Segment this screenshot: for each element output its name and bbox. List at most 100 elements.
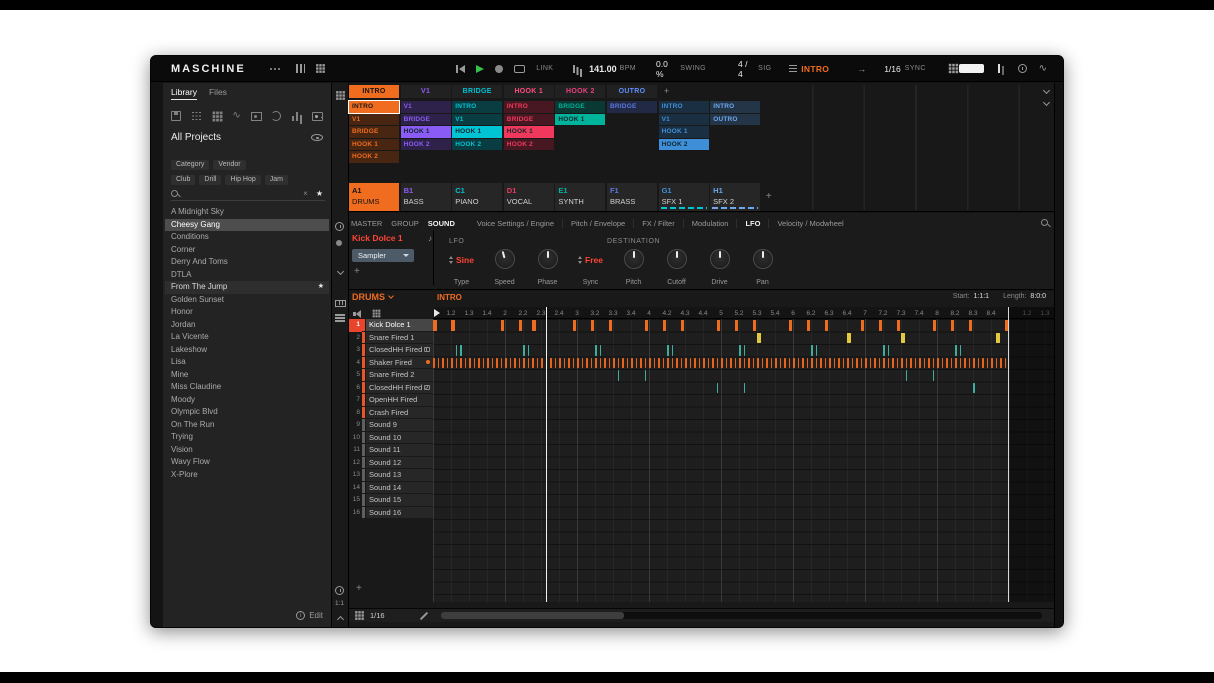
pattern-clip[interactable]: HOOK 2 [452, 138, 503, 150]
pattern-clip[interactable]: HOOK 1 [555, 113, 606, 125]
cpu-clock-icon[interactable] [1017, 64, 1027, 73]
note-event[interactable] [914, 357, 916, 368]
note-event[interactable] [712, 357, 714, 368]
restart-button[interactable] [456, 64, 466, 73]
note-event[interactable] [734, 320, 739, 331]
note-event[interactable] [959, 357, 961, 368]
pattern-clip[interactable]: BRIDGE [400, 113, 451, 125]
note-event[interactable] [649, 357, 651, 368]
note-event[interactable] [770, 357, 772, 368]
note-event[interactable] [662, 320, 667, 331]
note-event[interactable] [856, 357, 858, 368]
pattern-clip[interactable]: V1 [349, 113, 399, 125]
note-event[interactable] [532, 320, 536, 331]
note-event[interactable] [644, 320, 649, 331]
note-event[interactable] [559, 357, 561, 368]
timing-icon[interactable] [335, 222, 344, 231]
length-value[interactable]: 8:0:0 [1030, 293, 1046, 300]
browser-toggle-icon[interactable] [295, 64, 306, 73]
note-event[interactable] [644, 357, 646, 368]
note-event[interactable] [518, 320, 523, 331]
note-event[interactable] [860, 357, 862, 368]
note-event[interactable] [743, 357, 745, 368]
pattern-clip[interactable]: HOOK 1 [349, 138, 399, 150]
sound-row[interactable]: 9 Sound 9 [349, 419, 433, 432]
scrollbar-thumb[interactable] [440, 612, 624, 619]
param-tab[interactable]: Modulation [682, 219, 737, 228]
note-event[interactable] [919, 357, 921, 368]
step-grid-icon[interactable] [355, 611, 364, 620]
note-event[interactable] [946, 357, 948, 368]
note-event[interactable] [437, 357, 439, 368]
note-event[interactable] [955, 357, 957, 368]
list-item[interactable]: DTLA [165, 269, 329, 282]
note-event[interactable] [478, 357, 480, 368]
pattern-clip[interactable]: HOOK 1 [658, 126, 709, 138]
pad-mode-icon[interactable] [372, 309, 381, 318]
note-event[interactable] [752, 357, 754, 368]
note-event[interactable] [797, 357, 799, 368]
sound-row[interactable]: 15 Sound 15 [349, 494, 433, 507]
list-item[interactable]: Corner [165, 244, 329, 257]
param-tab[interactable]: Voice Settings / Engine [469, 219, 562, 228]
note-event[interactable] [608, 320, 613, 331]
knob-speed[interactable] [494, 249, 515, 269]
note-event[interactable] [613, 357, 615, 368]
note-event[interactable] [986, 357, 988, 368]
chevron-up-icon[interactable] [336, 615, 345, 624]
sound-row[interactable]: 16 Sound 16 [349, 506, 433, 520]
note-event[interactable] [937, 357, 939, 368]
note-event[interactable] [905, 370, 907, 381]
param-tab[interactable]: Velocity / Modwheel [768, 219, 851, 228]
enum-selector[interactable]: Free [569, 255, 612, 265]
pattern-clip[interactable]: HOOK 2 [658, 138, 709, 150]
note-event[interactable] [653, 357, 655, 368]
note-event[interactable] [482, 357, 484, 368]
list-item[interactable]: On The Run [165, 419, 329, 432]
pattern-clip[interactable]: INTRO [710, 101, 761, 113]
instruments-icon[interactable] [250, 111, 262, 121]
group-g1[interactable]: G1 SFX 1 [658, 183, 709, 211]
add-plugin-button[interactable]: + [354, 266, 360, 277]
note-event[interactable] [1004, 357, 1006, 368]
metronome-icon[interactable] [573, 64, 583, 74]
pattern-end-line[interactable] [1008, 307, 1009, 602]
note-event[interactable] [442, 357, 444, 368]
add-section-button[interactable]: + [659, 85, 675, 98]
list-item[interactable]: Olympic Blvd [165, 406, 329, 419]
pattern-clip[interactable]: V1 [658, 113, 709, 125]
note-event[interactable] [824, 320, 829, 331]
note-event[interactable] [973, 357, 975, 368]
note-event[interactable] [932, 320, 937, 331]
note-event[interactable] [581, 357, 583, 368]
list-item[interactable]: A Midnight Sky [165, 206, 329, 219]
note-event[interactable] [815, 345, 817, 356]
note-event[interactable] [622, 357, 624, 368]
note-event[interactable] [860, 320, 865, 331]
note-event[interactable] [752, 320, 757, 331]
note-event[interactable] [460, 345, 462, 356]
filter-tag[interactable]: Jam [264, 174, 288, 185]
note-event[interactable] [739, 345, 741, 356]
section-tab-outro[interactable]: OUTRO [606, 85, 657, 98]
note-event[interactable] [658, 357, 660, 368]
group-f1[interactable]: F1 BRASS [606, 183, 657, 211]
edit-button[interactable]: Edit [309, 611, 323, 620]
list-item[interactable]: Derry And Toms [165, 256, 329, 269]
pattern-clip[interactable]: HOOK 1 [452, 126, 503, 138]
note-event[interactable] [779, 357, 781, 368]
note-event[interactable] [815, 357, 817, 368]
record-button[interactable] [495, 64, 504, 73]
scope-tab-sound[interactable]: SOUND [428, 219, 455, 228]
note-event[interactable] [968, 357, 970, 368]
note-event[interactable] [554, 357, 556, 368]
pattern-clip[interactable]: V1 [452, 113, 503, 125]
note-event[interactable] [667, 345, 669, 356]
note-event[interactable] [469, 357, 471, 368]
note-event[interactable] [500, 320, 505, 331]
arranger-view-icon[interactable] [336, 91, 345, 100]
note-event[interactable] [671, 357, 673, 368]
note-event[interactable] [896, 357, 898, 368]
note-event[interactable] [473, 357, 475, 368]
info-icon[interactable]: i [296, 611, 306, 620]
